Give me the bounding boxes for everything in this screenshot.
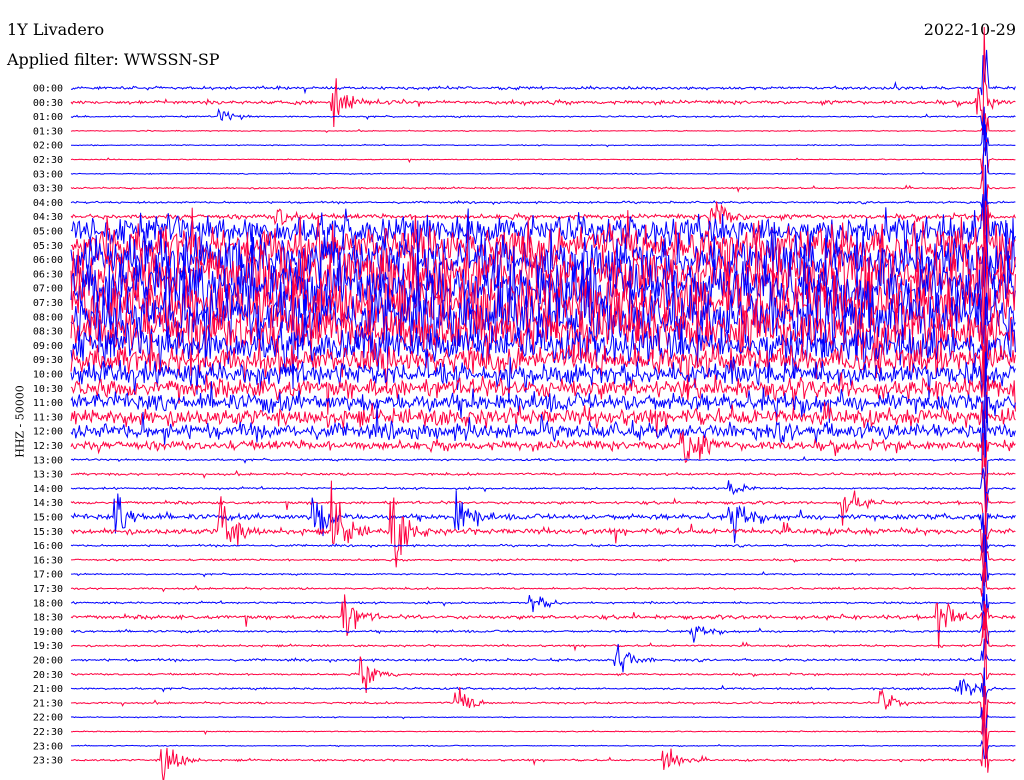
row-time-label: 16:00 (33, 541, 63, 552)
trace-2230 (70, 707, 1016, 759)
trace-2300 (70, 739, 1016, 760)
row-time-label: 07:00 (33, 284, 63, 295)
row-time-label: 20:00 (33, 656, 63, 667)
trace-2000 (70, 638, 1016, 673)
row-time-label: 23:30 (33, 756, 63, 767)
row-time-label: 10:00 (33, 370, 63, 381)
row-time-label: 20:30 (33, 670, 63, 681)
row-time-label: 17:00 (33, 570, 63, 581)
trace-1800 (70, 593, 1016, 634)
helicorder-plot: 00:00 00:30 01:00 01:30 02:00 02:30 03:00 03:30… (33, 26, 1016, 780)
row-time-label: 08:30 (33, 327, 63, 338)
row-time-label: 04:00 (33, 198, 63, 209)
row-time-label: 13:00 (33, 455, 63, 466)
row-time-label: 05:00 (33, 227, 63, 238)
row-time-label: 03:30 (33, 184, 63, 195)
row-time-label: 11:00 (33, 398, 63, 409)
row-time-label: 12:30 (33, 441, 63, 452)
row-time-label: 13:30 (33, 470, 63, 481)
trace-1530 (70, 480, 1016, 568)
trace-0200 (71, 121, 1016, 149)
row-time-label: 01:00 (33, 112, 63, 123)
trace-2100 (70, 667, 1016, 705)
row-time-label: 09:30 (33, 355, 63, 366)
trace-1430 (70, 490, 1016, 546)
trace-1930 (70, 608, 1016, 652)
row-time-label: 19:00 (33, 627, 63, 638)
trace-1030 (70, 345, 1016, 419)
trace-0030 (70, 26, 1016, 136)
row-time-label: 04:30 (33, 212, 63, 223)
row-time-label: 14:30 (33, 498, 63, 509)
row-time-label: 22:00 (33, 713, 63, 724)
row-time-label: 06:30 (33, 269, 63, 280)
trace-2130 (70, 685, 1016, 731)
row-time-label: 18:00 (33, 598, 63, 609)
trace-0000 (70, 49, 1016, 96)
row-time-label: 10:30 (33, 384, 63, 395)
row-time-label: 03:00 (33, 169, 63, 180)
trace-0300 (70, 117, 1016, 182)
row-time-label: 21:30 (33, 698, 63, 709)
row-time-label: 12:00 (33, 427, 63, 438)
row-time-label: 01:30 (33, 126, 63, 137)
row-time-label: 11:30 (33, 412, 63, 423)
trace-1730 (70, 561, 1016, 597)
trace-1630 (71, 510, 1016, 587)
row-time-label: 00:00 (33, 84, 63, 95)
row-time-label: 23:00 (33, 741, 63, 752)
row-time-label: 21:00 (33, 684, 63, 695)
trace-0100 (70, 106, 1016, 154)
trace-1700 (71, 534, 1016, 631)
row-time-label: 15:30 (33, 527, 63, 538)
row-time-label: 06:00 (33, 255, 63, 266)
trace-2030 (70, 604, 1016, 710)
trace-2200 (70, 707, 1016, 743)
row-time-label: 22:30 (33, 727, 63, 738)
row-time-label: 15:00 (33, 513, 63, 524)
trace-2330 (71, 697, 1016, 780)
row-time-label: 16:30 (33, 555, 63, 566)
row-time-label: 05:30 (33, 241, 63, 252)
row-time-label: 19:30 (33, 641, 63, 652)
row-time-label: 02:00 (33, 141, 63, 152)
trace-1400 (70, 468, 1016, 513)
row-time-label: 14:00 (33, 484, 63, 495)
row-time-label: 07:30 (33, 298, 63, 309)
trace-0230 (70, 139, 1016, 173)
row-time-label: 00:30 (33, 98, 63, 109)
row-time-label: 02:30 (33, 155, 63, 166)
row-time-label: 08:00 (33, 312, 63, 323)
row-time-label: 17:30 (33, 584, 63, 595)
row-time-label: 18:30 (33, 613, 63, 624)
row-time-label: 09:00 (33, 341, 63, 352)
